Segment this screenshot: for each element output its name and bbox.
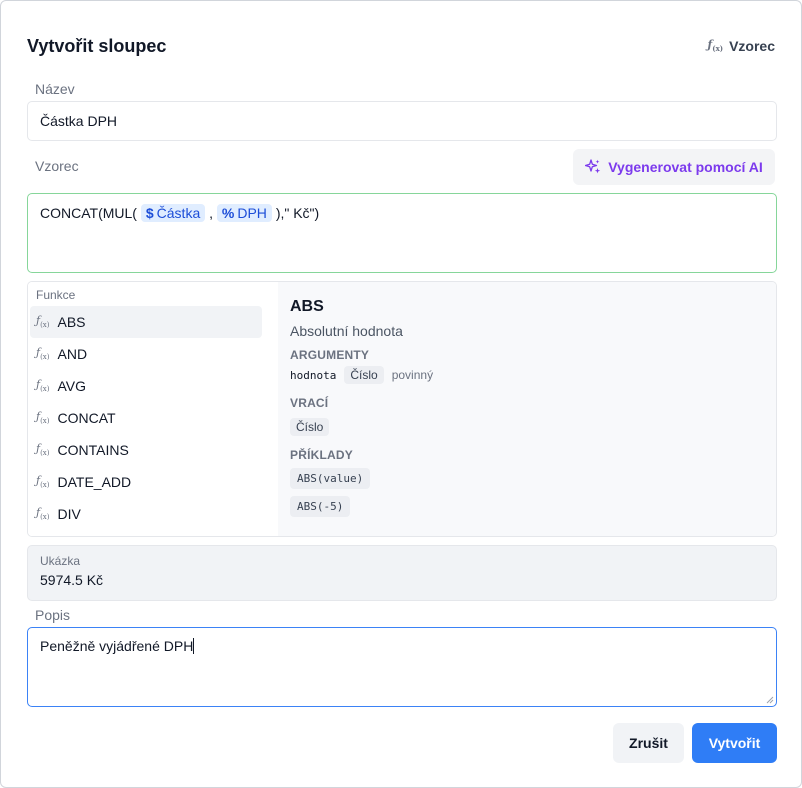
function-detail-name: ABS [290, 298, 324, 315]
example-item: ABS(-5) [290, 496, 351, 517]
formula-label: Vzorec [35, 158, 79, 174]
example-code: ABS(-5) [290, 496, 351, 517]
argument-row: hodnota Číslo povinný [290, 366, 433, 384]
function-item-label: DIV [57, 506, 81, 522]
function-item-label: CONTAINS [57, 442, 129, 458]
function-item-div[interactable]: ƒ(x) DIV [30, 498, 262, 530]
returns-row: Číslo [290, 418, 330, 436]
chip-label: DPH [237, 205, 267, 221]
dialog-title: Vytvořit sloupec [27, 35, 167, 56]
formula-suffix: )," Kč") [275, 205, 320, 221]
argument-name: hodnota [290, 368, 337, 382]
dialog-header: Vytvořit sloupec ƒ(x) Vzorec [27, 33, 775, 59]
preview-value: 5974.5 Kč [40, 572, 104, 588]
function-item-and[interactable]: ƒ(x) AND [30, 338, 262, 370]
function-item-abs[interactable]: ƒ(x) ABS [30, 306, 262, 338]
function-icon: ƒ(x) [707, 38, 724, 54]
currency-icon: $ [145, 205, 154, 221]
column-chip-vat[interactable]: % DPH [216, 204, 272, 222]
examples-heading: PŘÍKLADY [290, 448, 353, 462]
function-detail: ABS Absolutní hodnota ARGUMENTY hodnota … [278, 282, 776, 536]
generate-ai-button[interactable]: Vygenerovat pomocí AI [573, 149, 775, 185]
formula-mode-label: Vzorec [729, 38, 775, 54]
function-item-date-add[interactable]: ƒ(x) DATE_ADD [30, 466, 262, 498]
percent-icon: % [221, 205, 235, 221]
function-item-label: DATE_ADD [57, 474, 132, 490]
name-label: Název [35, 81, 75, 97]
example-code: ABS(value) [290, 468, 371, 489]
function-icon: ƒ(x) [36, 442, 50, 458]
function-icon: ƒ(x) [36, 378, 50, 394]
function-icon: ƒ(x) [36, 314, 50, 330]
description-text: Peněžně vyjádřené DPH [40, 638, 194, 654]
preview-label: Ukázka [40, 554, 81, 568]
formula-prefix: CONCAT(MUL( [40, 205, 137, 221]
formula-separator: , [209, 205, 214, 221]
name-input[interactable]: Částka DPH [27, 101, 777, 141]
arguments-heading: ARGUMENTY [290, 348, 370, 362]
function-list-title: Funkce [36, 288, 76, 302]
function-item-label: CONCAT [57, 410, 116, 426]
generate-ai-label: Vygenerovat pomocí AI [608, 159, 763, 175]
description-textarea[interactable]: Peněžně vyjádřené DPH [27, 627, 777, 707]
returns-heading: VRACÍ [290, 396, 329, 410]
create-column-dialog: Vytvořit sloupec ƒ(x) Vzorec Název Částk… [0, 0, 802, 788]
function-icon: ƒ(x) [36, 346, 50, 362]
function-item-concat[interactable]: ƒ(x) CONCAT [30, 402, 262, 434]
function-list: Funkce ƒ(x) ABS ƒ(x) AND ƒ(x) AVG ƒ(x) CONCA… [28, 282, 278, 536]
text-caret [193, 638, 195, 654]
column-chip-amount[interactable]: $ Částka [140, 204, 206, 222]
resize-grip-icon[interactable] [766, 696, 774, 704]
sparkles-icon [585, 159, 601, 174]
function-item-label: ABS [57, 314, 86, 330]
chip-label: Částka [156, 205, 201, 221]
create-button[interactable]: Vytvořit [692, 723, 777, 763]
function-item-contains[interactable]: ƒ(x) CONTAINS [30, 434, 262, 466]
example-item: ABS(value) [290, 468, 371, 489]
preview-box: Ukázka 5974.5 Kč [27, 545, 777, 601]
argument-required: povinný [391, 368, 434, 382]
function-icon: ƒ(x) [36, 474, 50, 490]
argument-type: Číslo [344, 366, 384, 384]
formula-mode-toggle[interactable]: ƒ(x) Vzorec [708, 38, 775, 54]
function-item-label: AND [57, 346, 88, 362]
function-item-label: AVG [57, 378, 87, 394]
function-browser: Funkce ƒ(x) ABS ƒ(x) AND ƒ(x) AVG ƒ(x) CONCA… [27, 281, 777, 537]
function-icon: ƒ(x) [36, 506, 50, 522]
cancel-button[interactable]: Zrušit [613, 723, 684, 763]
returns-type: Číslo [290, 418, 330, 436]
function-icon: ƒ(x) [36, 410, 50, 426]
function-item-avg[interactable]: ƒ(x) AVG [30, 370, 262, 402]
function-detail-description: Absolutní hodnota [290, 323, 403, 339]
formula-editor[interactable]: CONCAT(MUL( $ Částka , % DPH )," Kč") [27, 193, 777, 273]
description-label: Popis [35, 607, 71, 623]
